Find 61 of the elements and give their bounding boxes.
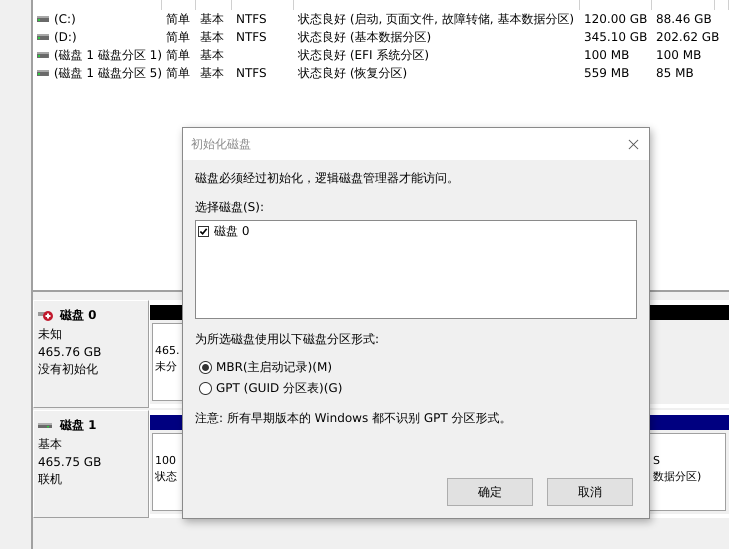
drive-icon bbox=[37, 52, 49, 58]
table-cell-text: 100 MB bbox=[583, 48, 630, 62]
disk-list-item[interactable]: 磁盘 0 bbox=[214, 223, 250, 240]
partition-text: 100 bbox=[155, 454, 176, 467]
table-cell-text: 88.46 GB bbox=[655, 12, 713, 26]
table-cell-text: NTFS bbox=[235, 12, 268, 26]
table-cell-text: 120.00 GB bbox=[583, 12, 648, 26]
table-cell: (C:) bbox=[54, 12, 76, 26]
table-cell-text: 简单 bbox=[165, 64, 191, 82]
drive-icon bbox=[37, 70, 49, 76]
table-cell-text: 状态良好 (基本数据分区) bbox=[297, 28, 432, 46]
partition-text: S bbox=[653, 454, 660, 467]
partition-text: 未分 bbox=[155, 359, 177, 374]
disk-size: 465.75 GB bbox=[38, 455, 102, 469]
drive-icon bbox=[37, 34, 49, 40]
table-cell-text: NTFS bbox=[235, 66, 268, 80]
disk-type: 基本 bbox=[38, 436, 63, 453]
table-cell-text: 基本 bbox=[199, 64, 225, 82]
table-cell-text: 基本 bbox=[199, 28, 225, 46]
radio-label[interactable]: GPT (GUID 分区表)(G) bbox=[216, 380, 342, 397]
disk-name: 磁盘 1 bbox=[60, 417, 97, 434]
disk-name: 磁盘 0 bbox=[60, 307, 97, 324]
partition-text: 数据分区) bbox=[653, 469, 702, 484]
partition-text: 465. bbox=[155, 344, 180, 357]
partition-text: 状态 bbox=[155, 469, 177, 484]
table-cell-text: 559 MB bbox=[583, 66, 630, 80]
table-cell-text: 100 MB bbox=[655, 48, 702, 62]
table-cell: (磁盘 1 磁盘分区 5) bbox=[54, 64, 162, 82]
table-cell-text: 345.10 GB bbox=[583, 30, 648, 44]
disk-info-card[interactable]: 磁盘 0 未知 465.76 GB 没有初始化 bbox=[33, 300, 149, 408]
table-cell-text: 状态良好 (启动, 页面文件, 故障转储, 基本数据分区) bbox=[297, 10, 576, 28]
table-cell-text: 状态良好 (EFI 系统分区) bbox=[297, 46, 430, 64]
partition-style-label: 为所选磁盘使用以下磁盘分区形式: bbox=[195, 331, 380, 348]
radio-label[interactable]: MBR(主启动记录)(M) bbox=[216, 359, 332, 376]
dialog-message: 磁盘必须经过初始化，逻辑磁盘管理器才能访问。 bbox=[195, 170, 460, 187]
table-cell-text: 状态良好 (恢复分区) bbox=[297, 64, 408, 82]
disk-error-icon bbox=[38, 310, 54, 322]
drive-icon bbox=[37, 16, 49, 22]
select-disk-label: 选择磁盘(S): bbox=[195, 199, 266, 216]
cancel-button[interactable]: 取消 bbox=[547, 478, 633, 506]
table-cell: (磁盘 1 磁盘分区 1) bbox=[54, 46, 162, 64]
table-cell-text: 基本 bbox=[199, 10, 225, 28]
disk-info-card[interactable]: 磁盘 1 基本 465.75 GB 联机 bbox=[33, 410, 149, 518]
ok-button[interactable]: 确定 bbox=[447, 478, 533, 506]
note-text: 注意: 所有早期版本的 Windows 都不识别 GPT 分区形式。 bbox=[195, 410, 513, 427]
table-cell-text: 85 MB bbox=[655, 66, 695, 80]
table-cell-text: 简单 bbox=[165, 10, 191, 28]
checkbox[interactable] bbox=[198, 226, 209, 237]
table-cell-text: 简单 bbox=[165, 46, 191, 64]
radio-button[interactable] bbox=[199, 361, 212, 374]
dialog-title: 初始化磁盘 bbox=[191, 136, 251, 152]
table-cell-text: 基本 bbox=[199, 46, 225, 64]
table-cell-text: 简单 bbox=[165, 28, 191, 46]
table-cell-text: NTFS bbox=[235, 30, 268, 44]
disk-size: 465.76 GB bbox=[38, 345, 102, 359]
disk-status: 没有初始化 bbox=[38, 361, 99, 378]
table-cell: (D:) bbox=[54, 30, 77, 44]
disk-status: 联机 bbox=[38, 471, 63, 488]
radio-button[interactable] bbox=[199, 382, 212, 395]
disk-type: 未知 bbox=[38, 326, 63, 343]
close-icon[interactable] bbox=[628, 138, 639, 150]
